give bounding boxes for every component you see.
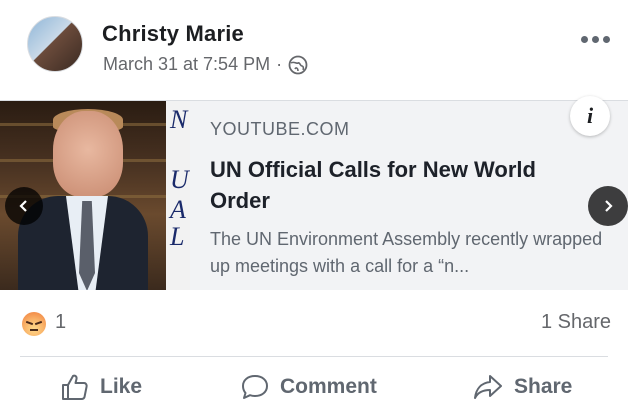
carousel-prev-icon[interactable] [5, 187, 43, 225]
angry-reaction-icon[interactable] [22, 312, 46, 336]
reaction-summary: 1 1 Share [0, 290, 628, 358]
author-avatar[interactable] [27, 16, 83, 72]
link-title[interactable]: UN Official Calls for New World Order [210, 154, 590, 216]
post-timestamp[interactable]: March 31 at 7:54 PM [103, 54, 270, 75]
action-bar: Like Comment Share [0, 358, 628, 407]
comment-button[interactable]: Comment [240, 372, 377, 402]
meta-separator: · [276, 54, 283, 74]
link-carousel: N U A L YOUTUBE.COM UN Official Calls fo… [0, 100, 628, 290]
author-name[interactable]: Christy Marie [102, 21, 244, 47]
link-domain: YOUTUBE.COM [210, 119, 350, 139]
globe-icon[interactable] [288, 55, 308, 75]
comment-icon [242, 375, 268, 399]
share-button[interactable]: Share [472, 372, 572, 402]
post-header: Christy Marie March 31 at 7:54 PM · [0, 0, 628, 100]
reaction-count[interactable]: 1 [55, 311, 66, 334]
partial-next-thumbnail[interactable]: N U A L [166, 101, 191, 290]
share-arrow-icon [474, 375, 502, 399]
more-options-icon[interactable] [577, 29, 613, 49]
strip-letter: A [170, 195, 186, 224]
link-description: The UN Environment Assembly recently wra… [210, 229, 603, 276]
comment-label: Comment [280, 375, 377, 398]
share-count[interactable]: 1 Share [541, 311, 611, 334]
divider [20, 356, 608, 357]
like-button[interactable]: Like [60, 372, 142, 402]
like-label: Like [100, 375, 143, 398]
strip-letter: L [170, 222, 185, 251]
share-label: Share [514, 375, 573, 398]
link-card[interactable]: YOUTUBE.COM UN Official Calls for New Wo… [190, 101, 628, 290]
info-icon[interactable]: i [570, 96, 610, 136]
post-meta: March 31 at 7:54 PM · [103, 54, 308, 75]
carousel-next-icon[interactable] [588, 186, 628, 226]
thumbs-up-icon [62, 374, 88, 400]
strip-letter: U [170, 165, 189, 194]
strip-letter: N [170, 105, 188, 134]
